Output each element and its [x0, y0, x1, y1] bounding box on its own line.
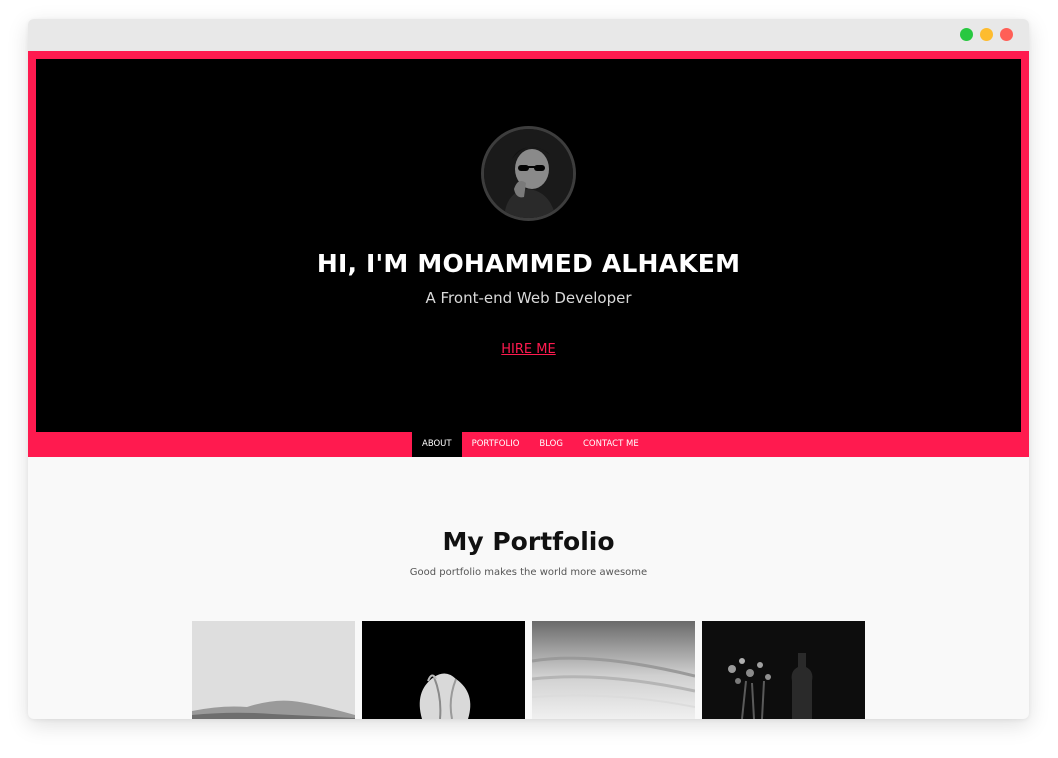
- window-maximize-dot[interactable]: [960, 28, 973, 41]
- portfolio-subtitle: Good portfolio makes the world more awes…: [409, 567, 648, 578]
- portfolio-item-flowers[interactable]: [702, 621, 865, 719]
- window-minimize-dot[interactable]: [980, 28, 993, 41]
- nav-item-about[interactable]: ABOUT: [412, 432, 462, 457]
- portfolio-item-tulip[interactable]: [362, 621, 525, 719]
- browser-window: HI, I'M MOHAMMED ALHAKEM A Front-end Web…: [28, 19, 1029, 719]
- nav-item-blog[interactable]: BLOG: [529, 432, 573, 457]
- portfolio-title: My Portfolio: [442, 527, 615, 556]
- window-close-dot[interactable]: [1000, 28, 1013, 41]
- avatar: [481, 126, 576, 221]
- nav-item-contact[interactable]: CONTACT ME: [573, 432, 649, 457]
- portfolio-item-mountain[interactable]: [192, 621, 355, 719]
- portfolio-item-sky[interactable]: [532, 621, 695, 719]
- main-nav: ABOUT PORTFOLIO BLOG CONTACT ME: [412, 432, 649, 457]
- hire-me-link[interactable]: HIRE ME: [501, 342, 555, 357]
- hero-frame: HI, I'M MOHAMMED ALHAKEM A Front-end Web…: [28, 51, 1029, 457]
- nav-item-portfolio[interactable]: PORTFOLIO: [462, 432, 530, 457]
- hero-section: HI, I'M MOHAMMED ALHAKEM A Front-end Web…: [36, 59, 1021, 432]
- profile-photo: [484, 129, 573, 218]
- hero-title: HI, I'M MOHAMMED ALHAKEM: [316, 249, 741, 278]
- browser-titlebar: [28, 19, 1029, 51]
- hire-me-container: HIRE ME: [36, 342, 1021, 357]
- hero-subtitle: A Front-end Web Developer: [425, 289, 632, 307]
